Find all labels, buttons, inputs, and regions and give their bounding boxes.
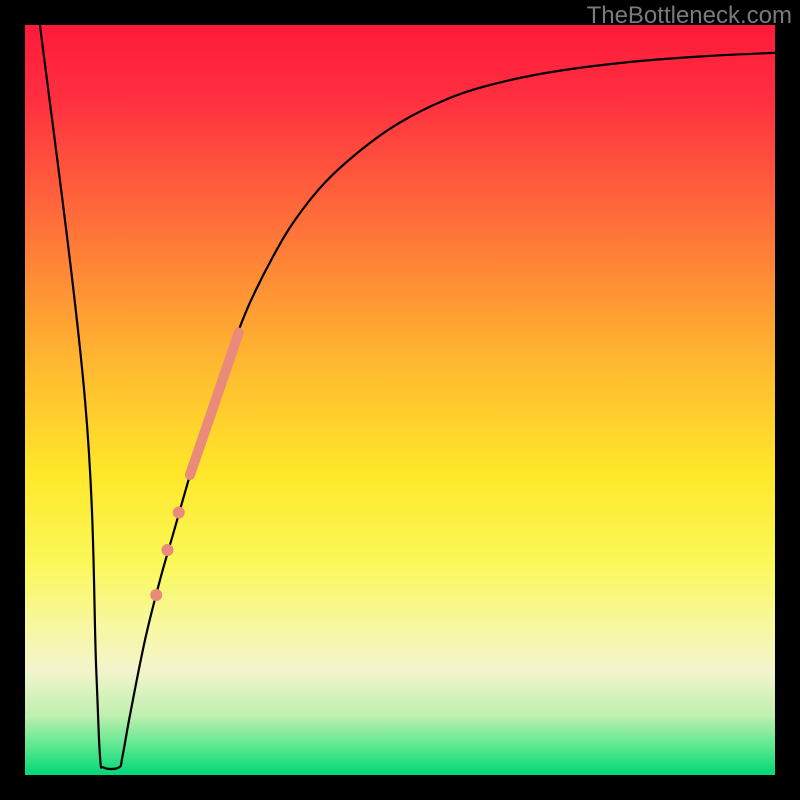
watermark-text: TheBottleneck.com — [587, 2, 792, 30]
highlight-dot — [162, 544, 174, 556]
chart-container: TheBottleneck.com — [0, 0, 800, 800]
chart-svg — [25, 25, 775, 775]
highlight-dot — [150, 589, 162, 601]
gradient-background — [25, 25, 775, 775]
highlight-dot — [173, 507, 185, 519]
plot-area — [25, 25, 775, 775]
